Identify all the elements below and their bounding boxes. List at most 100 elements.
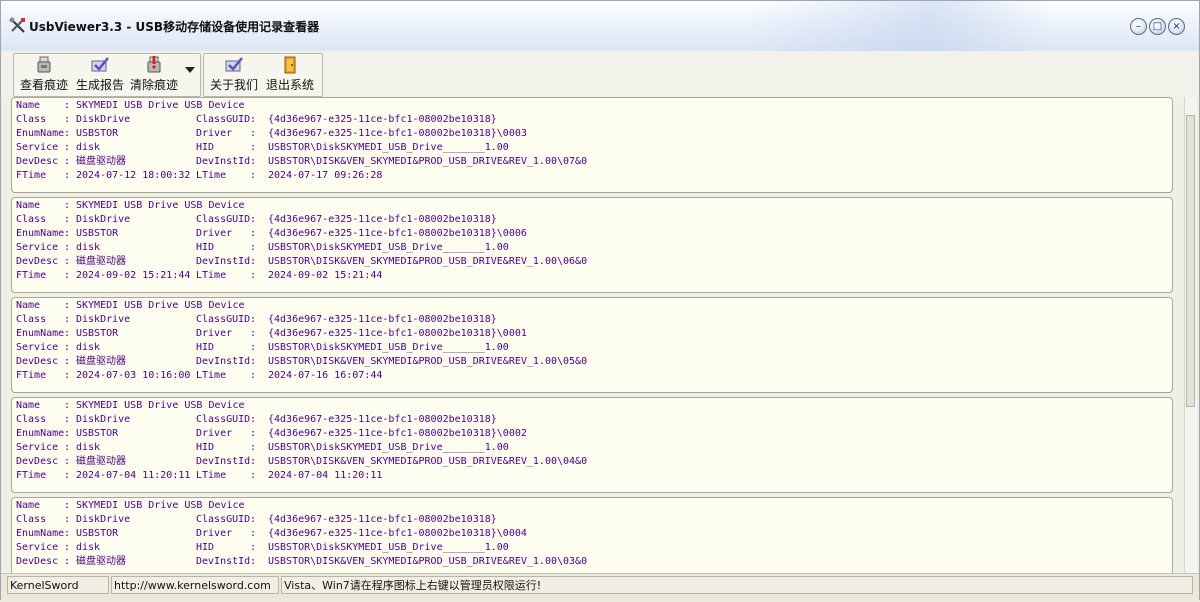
field-value-2: {4d36e967-e325-11ce-bfc1-08002be10318} xyxy=(268,514,497,525)
maximize-icon: □ xyxy=(1152,20,1163,32)
field-value: DiskDrive xyxy=(76,414,131,425)
field-value-2: 2024-09-02 15:21:44 xyxy=(268,270,383,281)
field-separator: : xyxy=(64,328,71,339)
field-separator: : xyxy=(250,228,257,239)
device-record[interactable]: Name: SKYMEDI USB Drive USB Device Class: D… xyxy=(11,497,1173,573)
exit-system-label: 退出系统 xyxy=(265,78,314,92)
field-value-2: USBSTOR\DISK&VEN_SKYMEDI&PROD_USB_DRIVE&… xyxy=(268,356,588,367)
scrollbar-thumb[interactable] xyxy=(1186,115,1195,407)
field-value: 2024-07-12 18:00:32 xyxy=(76,170,191,181)
device-record[interactable]: Name: SKYMEDI USB Drive USB Device Class: D… xyxy=(11,197,1173,293)
field-separator: : xyxy=(64,100,71,111)
generate-report-button[interactable]: 生成报告 xyxy=(73,53,127,93)
field-label-2: LTime xyxy=(196,270,227,281)
field-label-2: Driver xyxy=(196,228,233,239)
field-value: SKYMEDI USB Drive USB Device xyxy=(76,100,245,111)
field-value-2: USBSTOR\DiskSKYMEDI_USB_Drive_______1.00 xyxy=(268,342,509,353)
field-separator: : xyxy=(250,114,257,125)
field-separator: : xyxy=(250,270,257,281)
title-bar[interactable]: UsbViewer3.3 - USB移动存储设备使用记录查看器 – □ × xyxy=(1,1,1199,52)
field-label: Service xyxy=(16,242,59,253)
field-separator: : xyxy=(250,242,257,253)
field-separator: : xyxy=(64,128,71,139)
field-value-2: USBSTOR\DiskSKYMEDI_USB_Drive_______1.00 xyxy=(268,242,509,253)
clear-dropdown-arrow-icon[interactable] xyxy=(185,67,195,73)
field-value-2: USBSTOR\DISK&VEN_SKYMEDI&PROD_USB_DRIVE&… xyxy=(268,156,588,167)
window-title: UsbViewer3.3 - USB移动存储设备使用记录查看器 xyxy=(29,20,320,34)
field-label-2: DevInstId xyxy=(196,356,251,367)
field-label: FTime xyxy=(16,470,47,481)
field-separator: : xyxy=(64,428,71,439)
field-label: Class xyxy=(16,114,47,125)
field-separator: : xyxy=(250,356,257,367)
device-record[interactable]: Name: SKYMEDI USB Drive USB Device Class: D… xyxy=(11,297,1173,393)
field-separator: : xyxy=(64,156,71,167)
device-record[interactable]: Name: SKYMEDI USB Drive USB Device Class: D… xyxy=(11,97,1173,193)
field-separator: : xyxy=(250,256,257,267)
field-separator: : xyxy=(64,500,71,511)
field-separator: : xyxy=(250,456,257,467)
field-value-2: {4d36e967-e325-11ce-bfc1-08002be10318} xyxy=(268,414,497,425)
field-value: 2024-09-02 15:21:44 xyxy=(76,270,191,281)
close-button[interactable]: × xyxy=(1168,18,1185,35)
field-value-2: 2024-07-17 09:26:28 xyxy=(268,170,383,181)
field-value: 2024-07-03 10:16:00 xyxy=(76,370,191,381)
field-value-2: {4d36e967-e325-11ce-bfc1-08002be10318}\0… xyxy=(268,328,527,339)
status-author: KernelSword xyxy=(7,576,109,594)
field-separator: : xyxy=(64,242,71,253)
field-value: disk xyxy=(76,442,101,453)
records-list[interactable]: Name: SKYMEDI USB Drive USB Device Class: D… xyxy=(11,97,1183,573)
field-label-2: LTime xyxy=(196,370,227,381)
about-us-button[interactable]: 关于我们 xyxy=(207,53,261,93)
field-label: Name xyxy=(16,500,41,511)
field-value: USBSTOR xyxy=(76,528,119,539)
clear-traces-button[interactable]: 清除痕迹 xyxy=(127,53,181,93)
field-value-2: USBSTOR\DiskSKYMEDI_USB_Drive_______1.00 xyxy=(268,542,509,553)
field-separator: : xyxy=(64,556,71,567)
field-separator: : xyxy=(250,528,257,539)
field-value-2: {4d36e967-e325-11ce-bfc1-08002be10318}\0… xyxy=(268,528,527,539)
status-website: http://www.kernelsword.com xyxy=(111,576,279,594)
field-label: EnumName xyxy=(16,228,65,239)
field-value: USBSTOR xyxy=(76,128,119,139)
field-separator: : xyxy=(64,442,71,453)
field-label-2: DevInstId xyxy=(196,556,251,567)
close-icon: × xyxy=(1172,20,1181,32)
about-check-icon xyxy=(225,57,243,72)
toolbar: 查看痕迹 生成报告 清除痕迹 关于我们 退出系统 xyxy=(1,51,1199,97)
field-value: 2024-07-04 11:20:11 xyxy=(76,470,191,481)
minimize-button[interactable]: – xyxy=(1130,18,1147,35)
field-separator: : xyxy=(64,200,71,211)
title-decoration xyxy=(749,1,1049,51)
maximize-button[interactable]: □ xyxy=(1149,18,1166,35)
view-traces-label: 查看痕迹 xyxy=(19,78,68,92)
field-label: EnumName xyxy=(16,528,65,539)
field-separator: : xyxy=(250,314,257,325)
vertical-scrollbar[interactable] xyxy=(1184,97,1197,573)
field-value: USBSTOR xyxy=(76,428,119,439)
field-label-2: LTime xyxy=(196,470,227,481)
field-separator: : xyxy=(64,300,71,311)
field-separator: : xyxy=(250,128,257,139)
field-label: DevDesc xyxy=(16,256,59,267)
field-value-2: 2024-07-16 16:07:44 xyxy=(268,370,383,381)
field-label: FTime xyxy=(16,370,47,381)
minimize-icon: – xyxy=(1136,20,1141,32)
view-traces-button[interactable]: 查看痕迹 xyxy=(17,53,71,93)
exit-system-button[interactable]: 退出系统 xyxy=(263,53,317,93)
field-value-2: USBSTOR\DISK&VEN_SKYMEDI&PROD_USB_DRIVE&… xyxy=(268,256,588,267)
field-value-2: {4d36e967-e325-11ce-bfc1-08002be10318} xyxy=(268,114,497,125)
clear-drive-icon xyxy=(147,56,161,73)
field-value: DiskDrive xyxy=(76,114,131,125)
field-separator: : xyxy=(64,514,71,525)
field-value-2: {4d36e967-e325-11ce-bfc1-08002be10318} xyxy=(268,214,497,225)
field-separator: : xyxy=(250,156,257,167)
field-value: SKYMEDI USB Drive USB Device xyxy=(76,200,245,211)
field-label-2: Driver xyxy=(196,328,233,339)
field-value: DiskDrive xyxy=(76,514,131,525)
field-separator: : xyxy=(64,456,71,467)
field-separator: : xyxy=(250,328,257,339)
field-separator: : xyxy=(250,442,257,453)
field-label: Name xyxy=(16,400,41,411)
device-record[interactable]: Name: SKYMEDI USB Drive USB Device Class: D… xyxy=(11,397,1173,493)
